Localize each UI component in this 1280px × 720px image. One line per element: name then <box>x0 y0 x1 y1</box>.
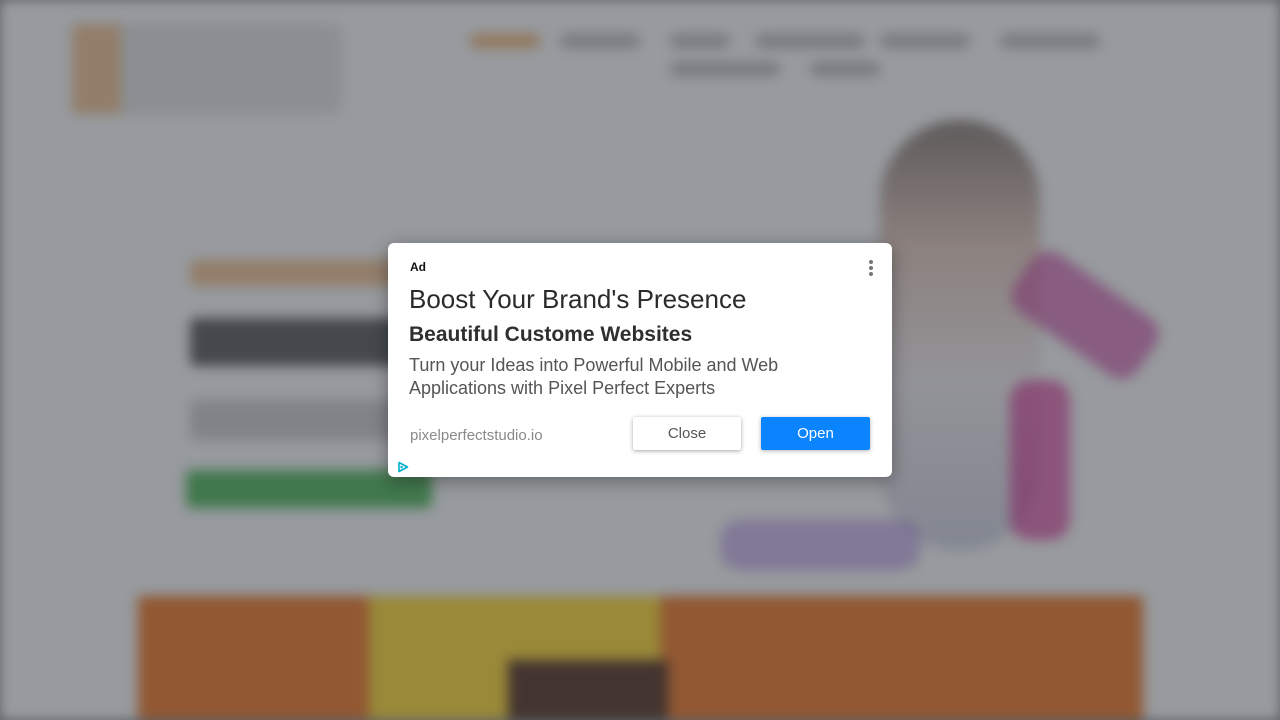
ad-body-text: Turn your Ideas into Powerful Mobile and… <box>409 355 779 398</box>
close-button[interactable]: Close <box>633 417 741 450</box>
open-button[interactable]: Open <box>761 417 870 450</box>
ad-headline[interactable]: Boost Your Brand's Presence <box>409 284 746 315</box>
ad-subheadline: Beautiful Custome Websites <box>409 323 693 346</box>
adchoices-icon[interactable] <box>397 461 409 473</box>
more-vert-icon[interactable] <box>862 257 882 279</box>
ad-dialog: Ad Boost Your Brand's Presence Beautiful… <box>388 243 892 477</box>
ad-label: Ad <box>410 260 426 274</box>
ad-display-url[interactable]: pixelperfectstudio.io <box>410 427 543 444</box>
